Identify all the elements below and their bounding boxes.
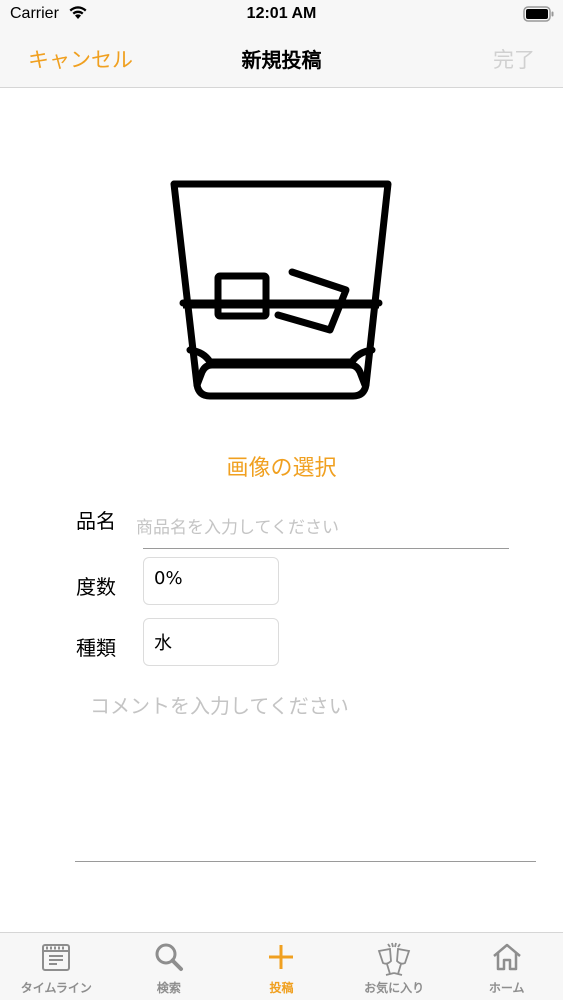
product-name-underline: [143, 548, 509, 549]
product-name-label: 品名: [76, 509, 116, 533]
abv-label: 度数: [76, 575, 116, 599]
abv-field[interactable]: 0%: [143, 557, 279, 605]
clock: 12:01 AM: [246, 5, 317, 22]
battery-icon: [523, 6, 554, 22]
tab-label: 投稿: [269, 981, 294, 995]
tab-label: お気に入り: [364, 981, 425, 995]
whisky-glass-icon[interactable]: [170, 180, 392, 402]
timeline-icon: [42, 944, 71, 971]
type-field[interactable]: 水: [143, 618, 279, 666]
comment-input[interactable]: コメントを入力してください: [90, 690, 349, 719]
cheers-icon: [377, 942, 411, 976]
search-icon: [155, 943, 183, 971]
home-icon: [492, 943, 521, 971]
done-button[interactable]: 完了: [493, 44, 535, 74]
navigation-bar: キャンセル 新規投稿 完了: [0, 30, 563, 88]
tab-label: ホーム: [488, 981, 525, 995]
status-bar: Carrier 12:01 AM: [0, 0, 563, 30]
tab-label: タイムライン: [20, 981, 92, 995]
tab-post[interactable]: 投稿: [225, 933, 338, 1000]
comment-underline: [75, 861, 536, 862]
tab-home[interactable]: ホーム: [450, 933, 563, 1000]
select-image-button[interactable]: 画像の選択: [0, 450, 563, 482]
tab-search[interactable]: 検索: [113, 933, 226, 1000]
tab-timeline[interactable]: タイムライン: [0, 933, 113, 1000]
tab-bar: タイムライン 検索 投稿 お気に入り ホーム: [0, 932, 563, 1000]
type-label: 種類: [76, 636, 116, 660]
product-name-input[interactable]: 商品名を入力してください: [136, 505, 508, 545]
plus-icon: [269, 945, 294, 969]
tab-favorites[interactable]: お気に入り: [338, 933, 451, 1000]
page-title: 新規投稿: [241, 48, 322, 72]
tab-label: 検索: [156, 981, 181, 995]
